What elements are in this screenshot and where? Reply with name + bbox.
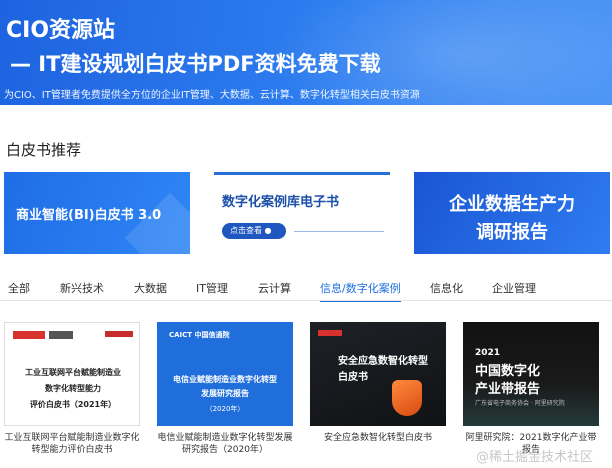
shield-icon xyxy=(392,380,422,416)
cover-year: 2021 xyxy=(475,348,501,358)
cover-title: 工业互联网平台赋能制造业 xyxy=(25,368,121,377)
cover-title: 产业带报告 xyxy=(475,382,541,397)
view-button[interactable]: 点击查看 ● xyxy=(222,223,286,239)
publisher-logo xyxy=(13,331,45,339)
cover-publisher: 广东省电子商务协会 · 阿里研究院 xyxy=(475,400,565,407)
tab-informatization[interactable]: 信息化 xyxy=(430,280,463,296)
whitepaper-cover[interactable]: 工业互联网平台赋能制造业 数字化转型能力 评价白皮书（2021年） xyxy=(4,322,140,426)
banner-bi-whitepaper[interactable]: 商业智能(BI)白皮书 3.0 xyxy=(4,172,190,254)
whitepaper-cover[interactable]: 2021 中国数字化 产业带报告 广东省电子商务协会 · 阿里研究院 xyxy=(463,322,599,426)
whitepaper-cover[interactable]: 安全应急数智化转型 白皮书 xyxy=(310,322,446,426)
site-title: CIO资源站 xyxy=(6,18,116,43)
cover-title: 白皮书 xyxy=(338,372,368,383)
banner-data-productivity[interactable]: 企业数据生产力 调研报告 xyxy=(414,172,610,254)
cover-title: 数字化转型能力 xyxy=(45,384,101,393)
banner-survey-line2: 调研报告 xyxy=(476,222,548,243)
banner-digital-cases[interactable]: 数字化案例库电子书 点击查看 ● xyxy=(214,172,390,254)
category-tabs: 全部 新兴技术 大数据 IT管理 云计算 信息/数字化案例 信息化 企业管理 xyxy=(0,280,612,302)
tabs-divider xyxy=(0,300,612,301)
cover-title: 电信业赋能制造业数字化转型 xyxy=(173,375,277,384)
watermark: @稀土掘金技术社区 xyxy=(476,450,594,465)
publisher-logo xyxy=(49,331,73,339)
tab-emerging-tech[interactable]: 新兴技术 xyxy=(60,280,104,296)
site-subtitle: — IT建设规划白皮书PDF资料免费下载 xyxy=(10,52,381,76)
whitepaper-caption[interactable]: 电信业赋能制造业数字化转型发展研究报告（2020年） xyxy=(157,432,293,456)
cover-title: 发展研究报告 xyxy=(201,389,249,398)
site-description: 为CIO、IT管理者免费提供全方位的企业IT管理、大数据、云计算、数字化转型相关… xyxy=(4,90,420,101)
banner-decoration xyxy=(124,192,190,254)
hero-banner: CIO资源站 — IT建设规划白皮书PDF资料免费下载 为CIO、IT管理者免费… xyxy=(0,0,612,105)
cover-title: 安全应急数智化转型 xyxy=(338,356,428,367)
banner-cases-title: 数字化案例库电子书 xyxy=(222,195,340,210)
publisher-logo xyxy=(318,330,342,336)
banner-bi-label: 商业智能(BI)白皮书 3.0 xyxy=(16,208,162,223)
section-title: 白皮书推荐 xyxy=(6,141,82,159)
divider xyxy=(294,231,384,232)
tab-enterprise-management[interactable]: 企业管理 xyxy=(492,280,536,296)
tab-digital-cases[interactable]: 信息/数字化案例 xyxy=(320,280,401,302)
banner-survey-line1: 企业数据生产力 xyxy=(449,194,575,215)
tab-it-management[interactable]: IT管理 xyxy=(196,280,228,296)
whitepaper-caption[interactable]: 安全应急数智化转型白皮书 xyxy=(310,432,446,444)
publisher-logo: CAICT 中国信通院 xyxy=(169,331,230,339)
cover-title: 评价白皮书（2021年） xyxy=(29,400,117,409)
tab-cloud[interactable]: 云计算 xyxy=(258,280,291,296)
tab-all[interactable]: 全部 xyxy=(8,280,30,296)
tab-big-data[interactable]: 大数据 xyxy=(134,280,167,296)
whitepaper-cover[interactable]: CAICT 中国信通院 电信业赋能制造业数字化转型 发展研究报告 （2020年） xyxy=(157,322,293,426)
whitepaper-caption[interactable]: 工业互联网平台赋能制造业数字化转型能力评价白皮书 xyxy=(4,432,140,456)
cover-year: （2020年） xyxy=(205,405,245,413)
cover-title: 中国数字化 xyxy=(475,364,541,379)
cover-decoration xyxy=(105,331,133,337)
